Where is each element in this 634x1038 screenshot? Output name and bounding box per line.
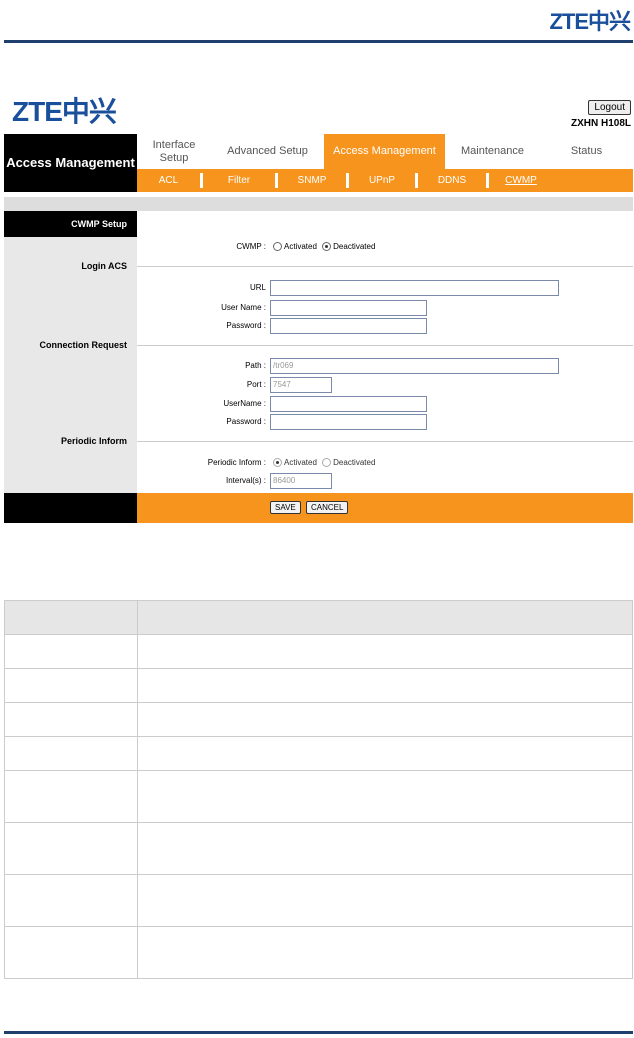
nav-header: Access Management Interface Setup Advanc… <box>4 134 633 192</box>
interval-input[interactable]: 86400 <box>270 473 332 489</box>
table-cell <box>137 926 633 979</box>
table-header-row <box>4 600 633 635</box>
main-tabs: Interface Setup Advanced Setup Access Ma… <box>137 134 633 169</box>
subtab-upnp[interactable]: UPnP <box>349 173 418 188</box>
separator-band <box>4 197 633 211</box>
subtab-filter[interactable]: Filter <box>203 173 278 188</box>
acs-password-input[interactable] <box>270 318 427 334</box>
table-cell <box>4 668 138 703</box>
model-name: ZXHN H108L <box>570 118 631 129</box>
tab-advanced-setup[interactable]: Advanced Setup <box>211 134 324 169</box>
url-label: URL <box>249 283 266 292</box>
section-title: Access Management <box>4 134 137 192</box>
footer-right: SAVE CANCEL <box>137 493 633 523</box>
divider <box>137 266 633 267</box>
table-cell <box>137 668 633 703</box>
cwmp-deactivated-radio[interactable] <box>322 242 332 252</box>
top-rule <box>4 40 633 43</box>
periodic-activated-label: Activated <box>284 458 317 467</box>
cr-password-label: Password : <box>226 417 266 426</box>
cancel-button[interactable]: CANCEL <box>306 501 349 514</box>
cwmp-radio-group: Activated Deactivated <box>273 242 376 252</box>
url-input[interactable] <box>270 280 559 296</box>
bottom-rule <box>4 1031 633 1034</box>
zte-logo-router: ZTE中兴 <box>12 96 117 127</box>
acs-password-label: Password : <box>226 321 266 330</box>
periodic-activated-radio[interactable] <box>273 458 282 468</box>
table-row <box>4 736 633 771</box>
acs-username-input[interactable] <box>270 300 427 316</box>
periodic-inform-radio-group: Activated Deactivated <box>273 458 376 468</box>
table-row <box>4 634 633 669</box>
table-cell <box>4 600 138 635</box>
cwmp-label: CWMP : <box>236 242 266 251</box>
table-cell <box>137 770 633 823</box>
table-cell <box>4 874 138 927</box>
parameter-table <box>4 600 633 979</box>
path-input[interactable]: /tr069 <box>270 358 559 374</box>
table-row <box>4 770 633 823</box>
periodic-inform-label: Periodic Inform : <box>207 458 266 467</box>
table-cell <box>4 634 138 669</box>
divider <box>137 345 633 346</box>
port-input[interactable]: 7547 <box>270 377 332 393</box>
subtab-ddns[interactable]: DDNS <box>418 173 489 188</box>
login-acs-heading: Login ACS <box>81 261 127 271</box>
table-cell <box>137 736 633 771</box>
zte-logo-top: ZTE中兴 <box>549 9 631 34</box>
connection-request-heading: Connection Request <box>39 340 127 350</box>
sub-tabs: ACL Filter SNMP UPnP DDNS CWMP <box>137 169 633 192</box>
subtab-snmp[interactable]: SNMP <box>278 173 349 188</box>
tab-status[interactable]: Status <box>540 134 633 169</box>
table-row <box>4 926 633 979</box>
cwmp-deactivated-label: Deactivated <box>333 242 376 251</box>
left-column <box>4 211 137 493</box>
cr-password-input[interactable] <box>270 414 427 430</box>
table-cell <box>137 874 633 927</box>
action-footer: SAVE CANCEL <box>4 493 633 523</box>
tab-interface-setup[interactable]: Interface Setup <box>137 134 211 169</box>
table-row <box>4 874 633 927</box>
table-cell <box>137 702 633 737</box>
subtab-acl[interactable]: ACL <box>137 173 203 188</box>
periodic-deactivated-radio[interactable] <box>322 458 332 468</box>
port-label: Port : <box>246 380 266 389</box>
footer-left <box>4 493 137 523</box>
table-row <box>4 668 633 703</box>
cwmp-setup-heading: CWMP Setup <box>4 211 137 237</box>
table-cell <box>4 702 138 737</box>
logout-button[interactable]: Logout <box>588 100 631 115</box>
cwmp-activated-radio[interactable] <box>273 242 282 252</box>
periodic-inform-heading: Periodic Inform <box>60 436 127 446</box>
cr-username-label: UserName : <box>223 399 266 408</box>
path-label: Path : <box>245 361 266 370</box>
table-cell <box>137 600 633 635</box>
tab-access-management[interactable]: Access Management <box>324 134 445 169</box>
table-cell <box>137 822 633 875</box>
table-cell <box>4 770 138 823</box>
table-cell <box>4 736 138 771</box>
cr-username-input[interactable] <box>270 396 427 412</box>
table-row <box>4 822 633 875</box>
divider <box>137 441 633 442</box>
table-cell <box>4 926 138 979</box>
table-cell <box>137 634 633 669</box>
periodic-deactivated-label: Deactivated <box>333 458 376 467</box>
acs-username-label: User Name : <box>221 303 266 312</box>
subtab-cwmp[interactable]: CWMP <box>489 173 553 188</box>
table-row <box>4 702 633 737</box>
tab-maintenance[interactable]: Maintenance <box>445 134 540 169</box>
table-cell <box>4 822 138 875</box>
save-button[interactable]: SAVE <box>270 501 301 514</box>
interval-label: Interval(s) : <box>225 476 266 485</box>
cwmp-activated-label: Activated <box>284 242 317 251</box>
